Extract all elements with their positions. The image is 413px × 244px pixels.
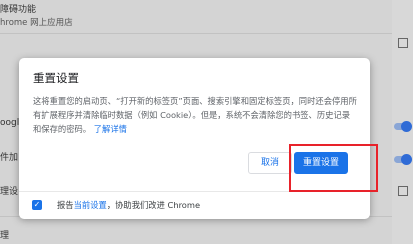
toggle-switch[interactable]: [394, 121, 412, 132]
report-settings-label: 报告当前设置，协助我们改进 Chrome: [57, 199, 200, 211]
cancel-button[interactable]: 取消: [248, 152, 292, 174]
bottom-row-fragment: 理: [0, 231, 10, 241]
footer-prefix: 报告: [57, 200, 74, 210]
footer-suffix: ，协助我们改进 Chrome: [106, 200, 201, 210]
dialog-footer: ✓ 报告当前设置，协助我们改进 Chrome: [19, 191, 370, 219]
accessibility-subtitle: hrome 网上应用店: [0, 18, 73, 28]
highlight-annotation-box: [289, 144, 378, 192]
current-settings-link[interactable]: 当前设置: [74, 200, 107, 210]
external-link-icon[interactable]: [398, 38, 408, 48]
learn-more-link[interactable]: 了解详情: [94, 124, 127, 134]
dialog-body-text: 这将重置您的启动页、“打开新的标签页”页面、搜索引擎和固定标签页，同时还会停用所…: [33, 96, 357, 134]
extensions-row-fragment: 件加: [0, 153, 19, 163]
accessibility-title: 障碍功能: [0, 5, 37, 15]
external-link-icon[interactable]: [398, 186, 408, 196]
dialog-body: 这将重置您的启动页、“打开新的标签页”页面、搜索引擎和固定标签页，同时还会停用所…: [33, 94, 357, 136]
dialog-title: 重置设置: [33, 71, 79, 85]
google-row-fragment: oogl: [0, 118, 20, 128]
divider: [0, 33, 392, 34]
reset-settings-dialog: 重置设置 这将重置您的启动页、“打开新的标签页”页面、搜索引擎和固定标签页，同时…: [19, 58, 370, 219]
manage-row-fragment: 理设: [0, 187, 19, 197]
report-settings-checkbox[interactable]: ✓: [32, 200, 42, 210]
toggle-switch[interactable]: [394, 154, 412, 165]
